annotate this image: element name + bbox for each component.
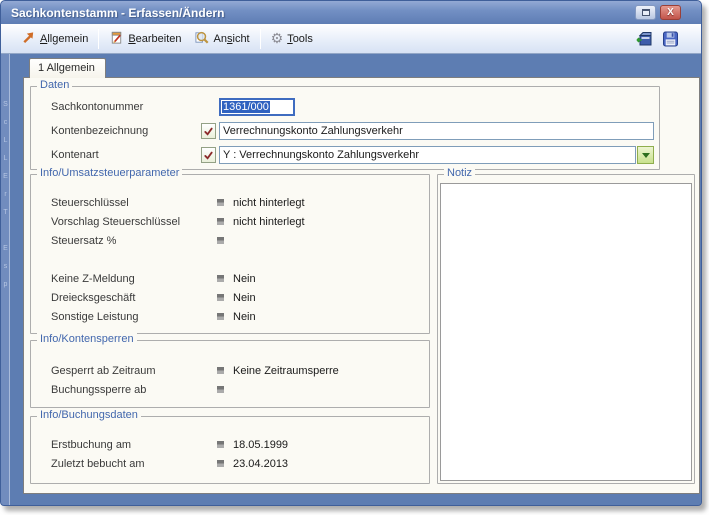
group-buchungsdaten: Info/Buchungsdaten Erstbuchung am 18.05.… bbox=[30, 409, 430, 484]
kontenart-combobox: Y : Verrechnungskonto Zahlungsverkehr bbox=[219, 146, 654, 164]
bullet-icon bbox=[217, 386, 224, 393]
group-buchungsdaten-title: Info/Buchungsdaten bbox=[37, 409, 141, 421]
menu-ansicht[interactable]: Ansicht bbox=[188, 28, 256, 50]
tab-allgemein[interactable]: 1 Allgemein bbox=[29, 58, 106, 78]
screen: Sachkontenstamm - Erfassen/Ändern X Allg… bbox=[0, 0, 709, 515]
notepad-icon bbox=[109, 30, 124, 48]
bullet-icon bbox=[217, 218, 224, 225]
magnifier-icon bbox=[194, 30, 210, 48]
group-notiz-title: Notiz bbox=[444, 167, 476, 179]
titlebar[interactable]: Sachkontenstamm - Erfassen/Ändern X bbox=[1, 1, 701, 24]
info-row: Keine Z-Meldung Nein bbox=[51, 272, 256, 285]
field-row-kontenart: Kontenart Y : Verrechnungskonto Zahlungs… bbox=[51, 146, 654, 164]
bullet-icon bbox=[217, 294, 224, 301]
group-notiz: Notiz bbox=[437, 167, 695, 484]
menu-bearbeiten-label: Bearbeiten bbox=[128, 32, 182, 45]
sachkontonummer-label: Sachkontonummer bbox=[51, 101, 144, 113]
group-kontensperren-title: Info/Kontensperren bbox=[37, 333, 137, 345]
info-row: Steuersatz % bbox=[51, 231, 424, 250]
window-controls: X bbox=[635, 5, 695, 20]
info-row: Buchungssperre ab bbox=[51, 380, 424, 399]
field-row-kontenbezeichnung: Kontenbezeichnung Verrechnungskonto Zahl… bbox=[51, 122, 654, 140]
save-icon bbox=[663, 31, 678, 46]
menu-allgemein-label: Allgemein bbox=[40, 32, 89, 45]
close-icon: X bbox=[667, 6, 674, 18]
info-row: Gesperrt ab Zeitraum Keine Zeitraumsperr… bbox=[51, 364, 339, 377]
menu-ansicht-label: Ansicht bbox=[213, 32, 250, 45]
toolbar-separator bbox=[98, 28, 100, 49]
left-edge-strip: S c L L E r T E s p bbox=[1, 54, 10, 505]
info-row: Sonstige Leistung Nein bbox=[51, 310, 256, 323]
arrow-up-right-icon bbox=[21, 30, 36, 48]
window-title: Sachkontenstamm - Erfassen/Ändern bbox=[11, 5, 225, 20]
info-row: Vorschlag Steuerschlüssel nicht hinterle… bbox=[51, 215, 305, 228]
bullet-icon bbox=[217, 441, 224, 448]
bullet-icon bbox=[217, 367, 224, 374]
kontenart-input[interactable]: Y : Verrechnungskonto Zahlungsverkehr bbox=[219, 146, 636, 164]
group-kontensperren: Info/Kontensperren Gesperrt ab Zeitraum … bbox=[30, 333, 430, 408]
form-panel: Daten Sachkontonummer 1361/000 Kontenbez… bbox=[23, 77, 700, 494]
toolbar: Allgemein Bearbeiten Ansicht ⚙ Tools bbox=[1, 24, 701, 54]
left-edge-cropped-vertical-text: S c L L E r T E s p bbox=[3, 101, 8, 288]
group-daten: Daten Sachkontonummer 1361/000 Kontenbez… bbox=[30, 79, 660, 170]
sachkontonummer-input[interactable]: 1361/000 bbox=[219, 98, 295, 116]
package-icon bbox=[636, 31, 652, 45]
kontenart-confirm-button[interactable] bbox=[201, 147, 216, 163]
bullet-icon bbox=[217, 199, 224, 206]
menu-bearbeiten[interactable]: Bearbeiten bbox=[103, 28, 187, 50]
sachkontonummer-selected-text: 1361/000 bbox=[222, 101, 270, 113]
info-row: Steuerschlüssel nicht hinterlegt bbox=[51, 196, 305, 209]
save-button[interactable] bbox=[662, 31, 679, 47]
restore-icon bbox=[641, 9, 650, 16]
kontenbezeichnung-confirm-button[interactable] bbox=[201, 123, 216, 139]
app-window: Sachkontenstamm - Erfassen/Ändern X Allg… bbox=[0, 0, 702, 506]
kontenbezeichnung-input[interactable]: Verrechnungskonto Zahlungsverkehr bbox=[219, 122, 654, 140]
notiz-textarea[interactable] bbox=[440, 183, 692, 481]
kontenart-label: Kontenart bbox=[51, 149, 99, 161]
close-button[interactable]: X bbox=[660, 5, 681, 20]
bullet-icon bbox=[217, 237, 224, 244]
chevron-down-icon bbox=[641, 152, 650, 158]
bullet-icon bbox=[217, 275, 224, 282]
menu-tools[interactable]: ⚙ Tools bbox=[265, 29, 319, 49]
info-row: Erstbuchung am 18.05.1999 bbox=[51, 438, 289, 451]
gear-icon: ⚙ bbox=[270, 30, 284, 47]
restore-button[interactable] bbox=[635, 5, 656, 20]
toolbar-separator bbox=[259, 28, 261, 49]
group-umsatzsteuerparameter-title: Info/Umsatzsteuerparameter bbox=[37, 167, 183, 179]
menu-allgemein[interactable]: Allgemein bbox=[15, 28, 94, 50]
workspace: S c L L E r T E s p 1 Allgemein Daten Sa… bbox=[1, 54, 701, 505]
package-button[interactable] bbox=[636, 31, 653, 47]
group-daten-title: Daten bbox=[37, 79, 73, 91]
info-row: Dreiecksgeschäft Nein bbox=[51, 291, 256, 304]
kontenart-dropdown-button[interactable] bbox=[637, 146, 654, 164]
field-row-sachkontonummer: Sachkontonummer 1361/000 bbox=[51, 98, 654, 116]
checkmark-icon bbox=[204, 151, 213, 160]
info-row: Zuletzt bebucht am 23.04.2013 bbox=[51, 457, 289, 470]
menu-tools-label: Tools bbox=[287, 32, 313, 45]
toolbar-right bbox=[636, 31, 693, 47]
kontenbezeichnung-label: Kontenbezeichnung bbox=[51, 125, 149, 137]
bullet-icon bbox=[217, 313, 224, 320]
checkmark-icon bbox=[204, 127, 213, 136]
group-umsatzsteuerparameter: Info/Umsatzsteuerparameter Steuerschlüss… bbox=[30, 167, 430, 334]
bullet-icon bbox=[217, 460, 224, 467]
